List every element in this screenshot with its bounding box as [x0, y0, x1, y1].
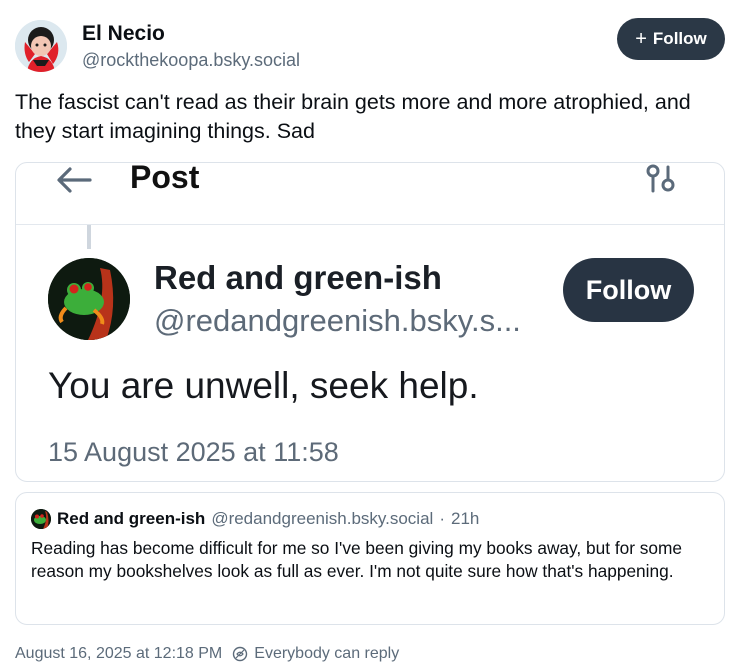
embedded-author-handle: @redandgreenish.bsky.s...	[154, 303, 521, 338]
thread-line	[87, 225, 91, 249]
author-handle[interactable]: @rockthekoopa.bsky.social	[82, 50, 300, 71]
plus-icon: +	[635, 28, 647, 50]
post-footer: August 16, 2025 at 12:18 PM Everybody ca…	[15, 645, 399, 663]
separator-dot: ·	[439, 509, 445, 528]
quoted-post[interactable]: Red and green-ish @redandgreenish.bsky.s…	[15, 492, 725, 625]
author-name[interactable]: El Necio	[82, 22, 165, 46]
quoted-avatar	[31, 509, 51, 529]
embedded-page-title: Post	[130, 162, 200, 195]
reply-settings-icon	[233, 646, 248, 662]
follow-button-label: Follow	[652, 29, 707, 48]
author-avatar[interactable]	[15, 20, 67, 72]
post-text: The fascist can't read as their brain ge…	[15, 90, 691, 143]
embedded-author-name: Red and green-ish	[154, 259, 442, 296]
follow-button[interactable]: + Follow	[617, 18, 725, 60]
embedded-post-text: You are unwell, seek help.	[48, 365, 479, 406]
sliders-icon	[646, 164, 675, 193]
embedded-topbar: Post	[16, 163, 724, 225]
quoted-author-handle[interactable]: @redandgreenish.bsky.social	[211, 509, 433, 529]
embedded-screenshot[interactable]: Post Red and green-ish @redandgreenish.b…	[15, 162, 725, 482]
embedded-post-date: 15 August 2025 at 11:58	[48, 437, 339, 467]
arrow-left-icon	[57, 167, 92, 193]
embedded-avatar	[48, 258, 130, 340]
reply-settings-label: Everybody can reply	[254, 645, 400, 662]
quoted-post-header: Red and green-ish @redandgreenish.bsky.s…	[31, 509, 479, 529]
post-timestamp: August 16, 2025 at 12:18 PM	[15, 645, 223, 662]
quoted-author-name[interactable]: Red and green-ish	[57, 509, 205, 529]
quoted-post-time[interactable]: 21h	[451, 509, 479, 529]
post-header: El Necio @rockthekoopa.bsky.social + Fol…	[15, 18, 725, 74]
embedded-follow-button: Follow	[563, 258, 694, 322]
reply-settings[interactable]: Everybody can reply	[232, 645, 399, 663]
quoted-post-text: Reading has become difficult for me so I…	[31, 538, 683, 581]
